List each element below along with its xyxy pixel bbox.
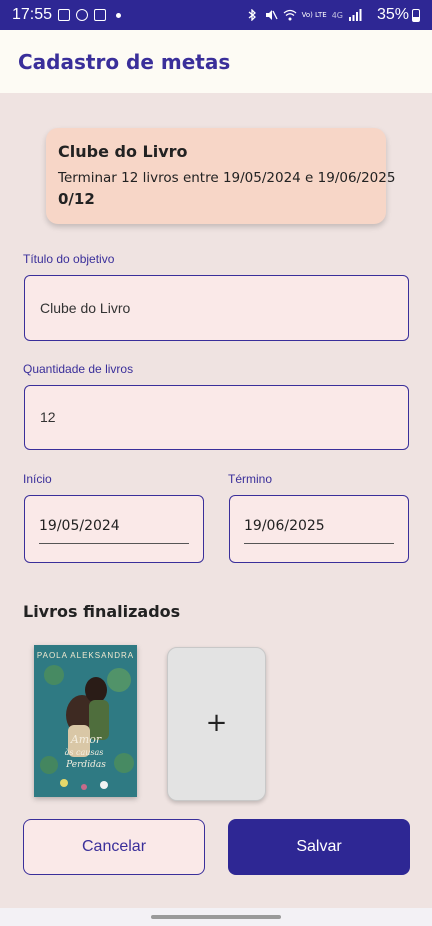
wifi-icon bbox=[283, 9, 296, 21]
notification-icons bbox=[58, 9, 121, 21]
quantity-field[interactable]: 12 bbox=[24, 385, 409, 450]
finished-books-title: Livros finalizados bbox=[23, 602, 181, 621]
title-field-value: Clube do Livro bbox=[40, 300, 131, 316]
status-time: 17:55 bbox=[12, 6, 53, 23]
battery-icon bbox=[412, 8, 420, 22]
bluetooth-icon bbox=[248, 9, 256, 21]
goal-card-progress: 0/12 bbox=[58, 190, 95, 208]
end-date-underline bbox=[244, 543, 394, 544]
page-title: Cadastro de metas bbox=[18, 50, 231, 74]
system-icons: Vo) LTE 4G bbox=[245, 9, 362, 21]
goal-summary-card: Clube do Livro Terminar 12 livros entre … bbox=[46, 128, 395, 224]
battery-percent: 35% bbox=[376, 6, 409, 23]
quantity-field-label: Quantidade de livros bbox=[23, 362, 134, 376]
whatsapp-icon bbox=[76, 9, 88, 21]
save-button[interactable]: Salvar bbox=[228, 819, 410, 875]
end-date-field[interactable]: 19/06/2025 bbox=[229, 495, 409, 563]
calendar-icon bbox=[94, 9, 106, 21]
battery-indicator: 35% bbox=[377, 6, 420, 24]
quantity-field-value: 12 bbox=[40, 409, 56, 425]
status-bar: 17:55 Vo) LTE 4G 35% bbox=[0, 0, 432, 30]
mute-icon bbox=[265, 10, 278, 20]
svg-text:Amor: Amor bbox=[70, 733, 102, 746]
gallery-icon bbox=[58, 9, 70, 21]
svg-text:às causas: às causas bbox=[65, 748, 104, 757]
cancel-button[interactable]: Cancelar bbox=[23, 819, 205, 875]
start-date-value: 19/05/2024 bbox=[39, 518, 120, 534]
goal-card-description: Terminar 12 livros entre 19/05/2024 e 19… bbox=[58, 170, 396, 186]
book-cover-illustration: Amor às causas Perdidas bbox=[40, 665, 134, 790]
home-indicator[interactable] bbox=[151, 915, 281, 919]
book-cover[interactable]: PAOLA ALEKSANDRA Amor às causas Perdidas bbox=[34, 645, 137, 797]
volte-label: Vo) LTE bbox=[301, 11, 327, 19]
signal-icon bbox=[349, 9, 362, 21]
app-bar: Cadastro de metas bbox=[0, 30, 432, 93]
title-field[interactable]: Clube do Livro bbox=[24, 275, 409, 341]
start-date-field[interactable]: 19/05/2024 bbox=[24, 495, 204, 563]
start-date-label: Início bbox=[23, 472, 52, 486]
dot-icon bbox=[116, 12, 121, 18]
goal-card-title: Clube do Livro bbox=[58, 142, 188, 161]
start-date-underline bbox=[39, 543, 189, 544]
network-label: 4G bbox=[331, 10, 343, 20]
end-date-value: 19/06/2025 bbox=[244, 518, 325, 534]
plus-icon: + bbox=[205, 708, 228, 738]
navigation-bar bbox=[0, 908, 432, 926]
svg-text:Perdidas: Perdidas bbox=[65, 760, 106, 770]
add-book-button[interactable]: + bbox=[167, 647, 266, 801]
end-date-label: Término bbox=[228, 472, 273, 486]
title-field-label: Título do objetivo bbox=[23, 252, 115, 266]
